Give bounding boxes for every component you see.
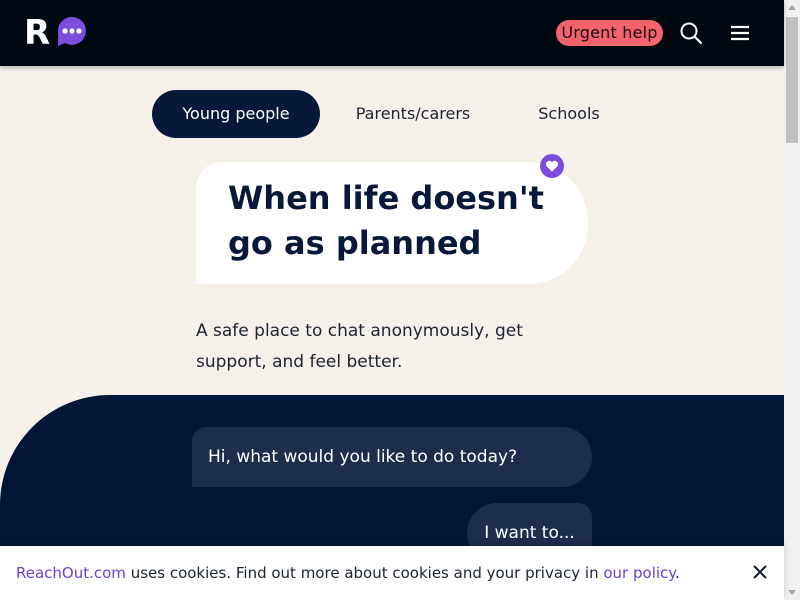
scroll-down-arrow-icon[interactable] (784, 584, 800, 600)
reachout-logo[interactable]: R (24, 13, 88, 53)
logo-letter: R (24, 15, 50, 47)
hero-subtitle: A safe place to chat anonymously, get su… (196, 321, 523, 372)
privacy-policy-link[interactable]: our policy (603, 564, 675, 582)
close-icon[interactable] (751, 563, 769, 581)
cookie-banner: ReachOut.com uses cookies. Find out more… (0, 546, 784, 600)
cookie-text-end: . (675, 564, 680, 582)
tab-young-people[interactable]: Young people (152, 90, 320, 138)
hamburger-menu-icon[interactable] (728, 21, 752, 45)
heart-icon (540, 154, 564, 178)
urgent-help-button[interactable]: Urgent help (556, 20, 663, 46)
cookie-message: ReachOut.com uses cookies. Find out more… (16, 563, 680, 583)
cookie-text-middle: uses cookies. Find out more about cookie… (125, 564, 604, 582)
tab-parents-carers[interactable]: Parents/carers (336, 90, 490, 138)
hero-title: When life doesn't go as planned (228, 179, 544, 262)
search-icon[interactable] (679, 21, 703, 45)
tab-schools[interactable]: Schools (522, 90, 616, 138)
site-header: R Urgent help (0, 0, 784, 66)
reachout-link[interactable]: ReachOut.com (16, 564, 126, 582)
chat-bot-message: Hi, what would you like to do today? (192, 427, 592, 487)
page-scrollbar[interactable] (784, 0, 800, 600)
scrollbar-thumb[interactable] (786, 17, 798, 143)
scroll-up-arrow-icon[interactable] (784, 0, 800, 16)
